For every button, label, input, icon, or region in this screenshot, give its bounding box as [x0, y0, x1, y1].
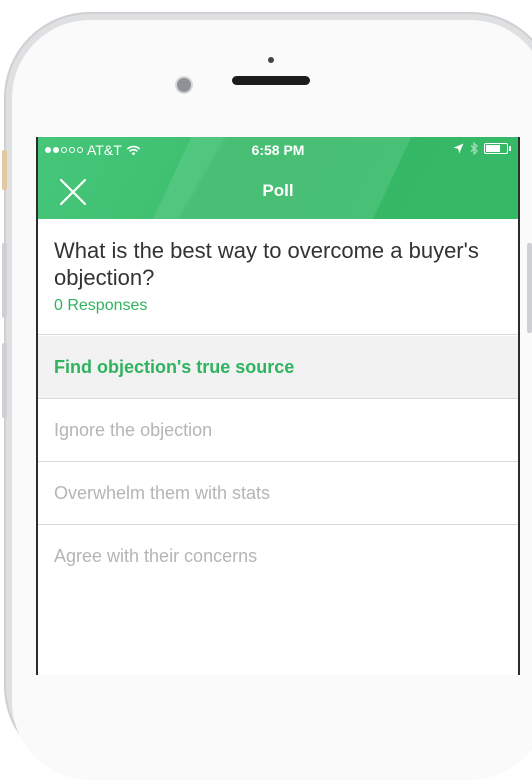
app-screen: AT&T 6:58 PM Poll What is the best way t… — [36, 137, 520, 675]
mute-switch — [2, 150, 7, 190]
page-title: Poll — [262, 181, 294, 200]
poll-question: What is the best way to overcome a buyer… — [54, 238, 479, 290]
volume-down-button — [2, 343, 7, 418]
battery-icon — [484, 143, 511, 154]
earpiece-speaker — [232, 76, 310, 85]
poll-option[interactable]: Agree with their concerns — [38, 525, 518, 588]
status-time: 6:58 PM — [251, 142, 305, 158]
nav-header: AT&T 6:58 PM Poll — [38, 137, 518, 219]
front-camera — [175, 76, 193, 94]
bluetooth-icon — [470, 142, 478, 155]
poll-option[interactable]: Ignore the objection — [38, 399, 518, 462]
poll-option[interactable]: Overwhelm them with stats — [38, 462, 518, 525]
poll-option-label: Find objection's true source — [54, 356, 295, 377]
poll-option-label: Overwhelm them with stats — [54, 482, 271, 503]
poll-option-label: Ignore the objection — [54, 419, 213, 440]
power-button — [527, 243, 532, 333]
proximity-sensor — [268, 57, 274, 63]
status-bar: AT&T 6:58 PM — [38, 137, 518, 163]
volume-up-button — [2, 243, 7, 318]
poll-option-label: Agree with their concerns — [54, 546, 258, 566]
poll-option[interactable]: Find objection's true source — [38, 336, 518, 399]
poll-question-block: What is the best way to overcome a buyer… — [38, 219, 518, 335]
response-count: 0 Responses — [54, 297, 148, 314]
location-arrow-icon — [453, 143, 464, 154]
status-right — [453, 142, 511, 155]
